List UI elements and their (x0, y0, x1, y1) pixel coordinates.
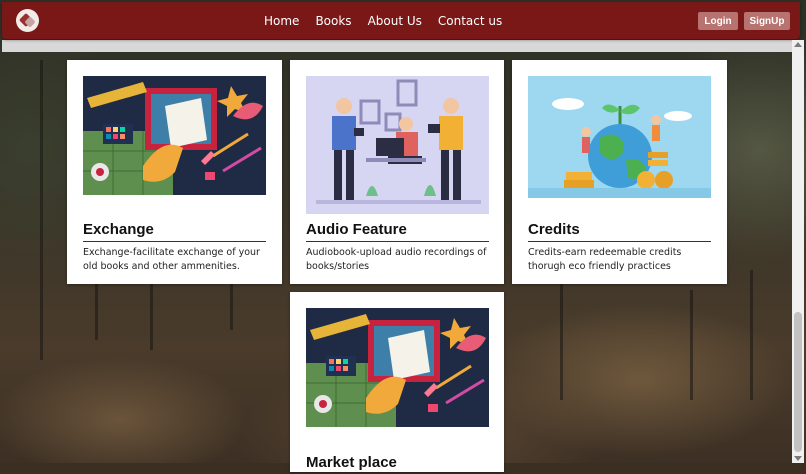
card-description: Exchange-facilitate exchange of your old… (83, 247, 260, 272)
nav-contact-us[interactable]: Contact us (438, 14, 502, 28)
nav-books[interactable]: Books (315, 14, 351, 28)
content-top-strip (2, 40, 792, 52)
book-logo-icon[interactable] (16, 9, 39, 32)
eco-credits-illustration (528, 76, 711, 198)
art-supplies-illustration (83, 76, 266, 195)
scroll-up-arrow-icon[interactable] (794, 42, 802, 47)
nav-home[interactable]: Home (264, 14, 299, 28)
feature-card-exchange[interactable]: Exchange Exchange-facilitate exchange of… (67, 60, 282, 284)
card-description: Credits-earn redeemable credits thorugh … (528, 247, 682, 272)
signup-button[interactable]: SignUp (744, 12, 790, 30)
nav-about-us[interactable]: About Us (368, 14, 422, 28)
card-title: Audio Feature (306, 221, 489, 242)
card-title: Exchange (83, 221, 266, 242)
feature-card-marketplace[interactable]: Market place (290, 292, 504, 472)
nav-links: Home Books About Us Contact us (264, 2, 502, 39)
vertical-scrollbar[interactable] (792, 40, 804, 463)
card-description: Audiobook-upload audio recordings of boo… (306, 247, 487, 272)
scrollbar-thumb[interactable] (794, 312, 802, 452)
login-button[interactable]: Login (698, 12, 738, 30)
feature-card-audio[interactable]: Audio Feature Audiobook-upload audio rec… (290, 60, 504, 284)
card-title: Market place (306, 454, 397, 471)
feature-card-credits[interactable]: Credits Credits-earn redeemable credits … (512, 60, 727, 284)
navbar: Home Books About Us Contact us Login Sig… (2, 2, 800, 39)
scroll-down-arrow-icon[interactable] (794, 456, 802, 461)
art-supplies-illustration (306, 308, 489, 427)
card-title: Credits (528, 221, 711, 242)
audio-recording-illustration (306, 76, 489, 214)
